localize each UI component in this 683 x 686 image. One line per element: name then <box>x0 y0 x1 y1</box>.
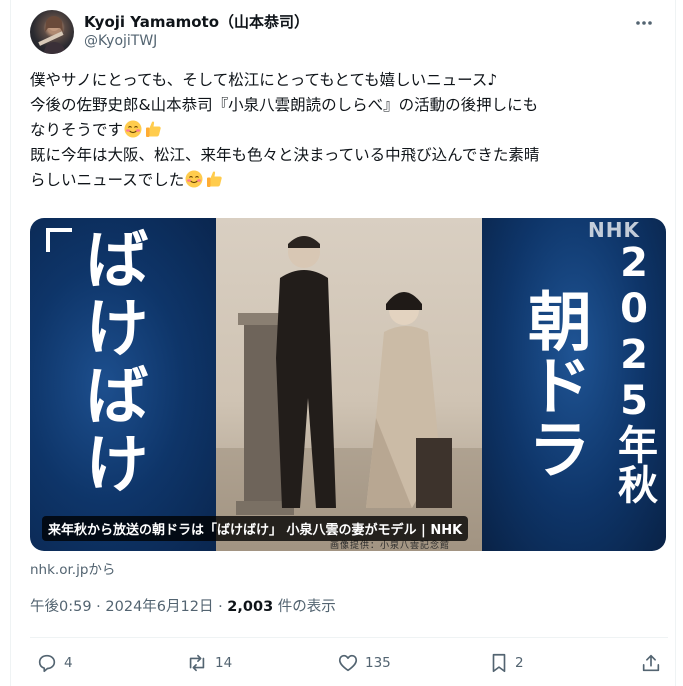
link-card[interactable]: ばけばけ 朝ドラ 2025年秋 NHK 画像提供：小泉八雲記念館 来年秋から放送… <box>30 218 666 551</box>
tweet-line: らしいニュースでした <box>30 168 660 193</box>
share-icon <box>642 654 660 672</box>
thumbs-up-icon <box>146 121 161 137</box>
tweet-line: 今後の佐野史郎&山本恭司『小泉八雲朗読のしらべ』の活動の後押しにも <box>30 96 539 114</box>
repost-count: 14 <box>215 655 233 671</box>
reply-count: 4 <box>64 655 73 671</box>
reply-button[interactable]: 4 <box>36 648 73 678</box>
tweet-line: なりそうです <box>30 118 660 143</box>
display-name[interactable]: Kyoji Yamamoto（山本恭司） <box>84 11 309 32</box>
repost-icon <box>189 654 205 672</box>
thumbs-up-icon <box>207 171 222 187</box>
like-button[interactable]: 135 <box>337 648 391 678</box>
tweet-meta: 午後0:59 · 2024年6月12日 · 2,003 件の表示 <box>30 595 336 616</box>
bookmark-button[interactable]: 2 <box>489 648 524 678</box>
historical-photo-figures <box>216 236 482 551</box>
heart-icon <box>338 654 358 672</box>
like-count: 135 <box>365 655 391 671</box>
share-button[interactable] <box>640 648 662 678</box>
tweet-header: Kyoji Yamamoto（山本恭司） @KyojiTWJ <box>30 10 660 54</box>
views-count: 2,003 <box>227 599 274 615</box>
user-handle[interactable]: @KyojiTWJ <box>84 33 157 49</box>
broadcast-season-vertical: 2025年秋 <box>611 240 657 504</box>
timeline-border-left <box>10 0 11 686</box>
action-bar: 4 14 135 2 <box>30 648 666 678</box>
card-title[interactable]: 来年秋から放送の朝ドラは「ばけばけ」 小泉八雲の妻がモデル | NHK <box>42 516 469 541</box>
card-historical-photo <box>216 218 482 551</box>
meta-separator: · <box>91 599 106 615</box>
avatar-photo-guitarist-icon <box>38 16 66 54</box>
tweet-line: 僕やサノにとっても、そして松江にとってもとても嬉しいニュース♪ <box>30 71 498 89</box>
tweet-line: 既に今年は大阪、松江、来年も色々と決まっている中飛び込んできた素晴 <box>30 146 540 164</box>
asadora-title-vertical: 朝ドラ <box>517 288 591 480</box>
tweet-date[interactable]: 2024年6月12日 <box>105 599 213 615</box>
tweet-time[interactable]: 午後0:59 <box>30 599 92 615</box>
more-icon <box>636 21 652 25</box>
repost-button[interactable]: 14 <box>185 648 232 678</box>
smiling-face-icon <box>124 120 142 138</box>
bookmark-icon <box>492 653 506 673</box>
meta-separator: · <box>213 599 228 615</box>
bookmark-count: 2 <box>515 655 524 671</box>
timeline-border-right <box>675 0 676 686</box>
drama-title-vertical: ばけばけ <box>80 226 148 498</box>
bracket-decoration <box>46 228 72 252</box>
divider <box>30 637 668 638</box>
views-label: 件の表示 <box>273 599 336 615</box>
tweet-text: 僕やサノにとっても、そして松江にとってもとても嬉しいニュース♪ 今後の佐野史郎&… <box>30 68 660 193</box>
nhk-logo: NHK <box>588 218 640 242</box>
more-options-button[interactable] <box>632 13 656 33</box>
reply-icon <box>38 654 56 673</box>
avatar[interactable] <box>30 10 74 54</box>
card-source[interactable]: nhk.or.jpから <box>30 558 115 578</box>
smiling-face-icon <box>185 170 203 188</box>
